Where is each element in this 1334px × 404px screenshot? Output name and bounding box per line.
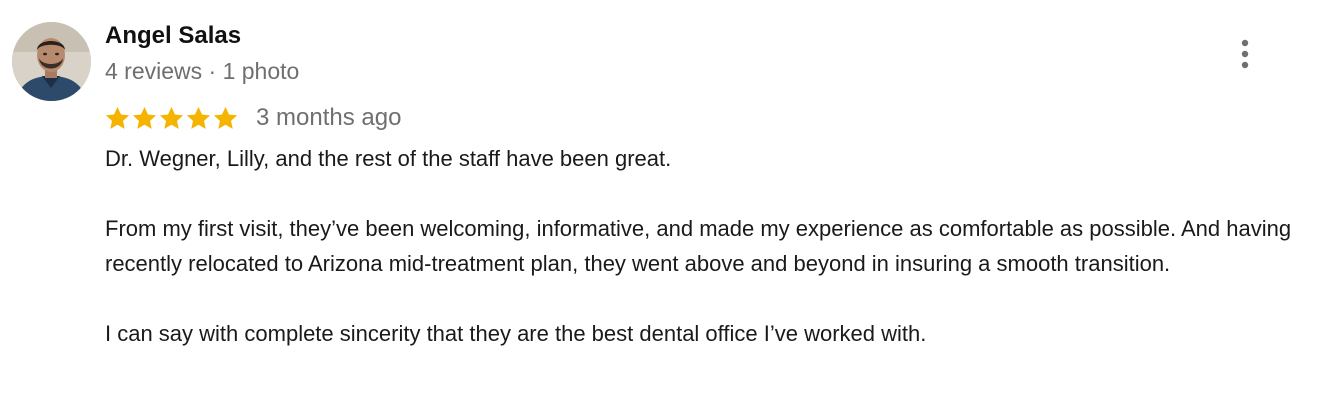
star-icon [213,106,238,129]
more-vertical-icon [1241,39,1249,69]
review-date: 3 months ago [256,104,402,131]
avatar-photo-icon [12,22,91,101]
review-paragraph: Dr. Wegner, Lilly, and the rest of the s… [105,146,672,171]
rating-row: 3 months ago [104,101,401,135]
reviewer-meta: 4 reviews · 1 photo [105,58,300,84]
review-text: Dr. Wegner, Lilly, and the rest of the s… [105,141,1305,351]
star-icon [105,106,130,129]
star-rating [104,105,239,132]
reviewer-avatar[interactable] [12,22,91,101]
star-icon [132,106,157,129]
review-paragraph: From my first visit, they’ve been welcom… [105,216,1292,276]
reviewer-name[interactable]: Angel Salas [105,22,241,50]
review-card: Angel Salas 4 reviews · 1 photo 3 months… [0,0,1334,404]
star-icon [159,106,184,129]
review-paragraph: I can say with complete sincerity that t… [105,321,927,346]
more-options-button[interactable] [1228,36,1262,72]
star-icon [186,106,211,129]
